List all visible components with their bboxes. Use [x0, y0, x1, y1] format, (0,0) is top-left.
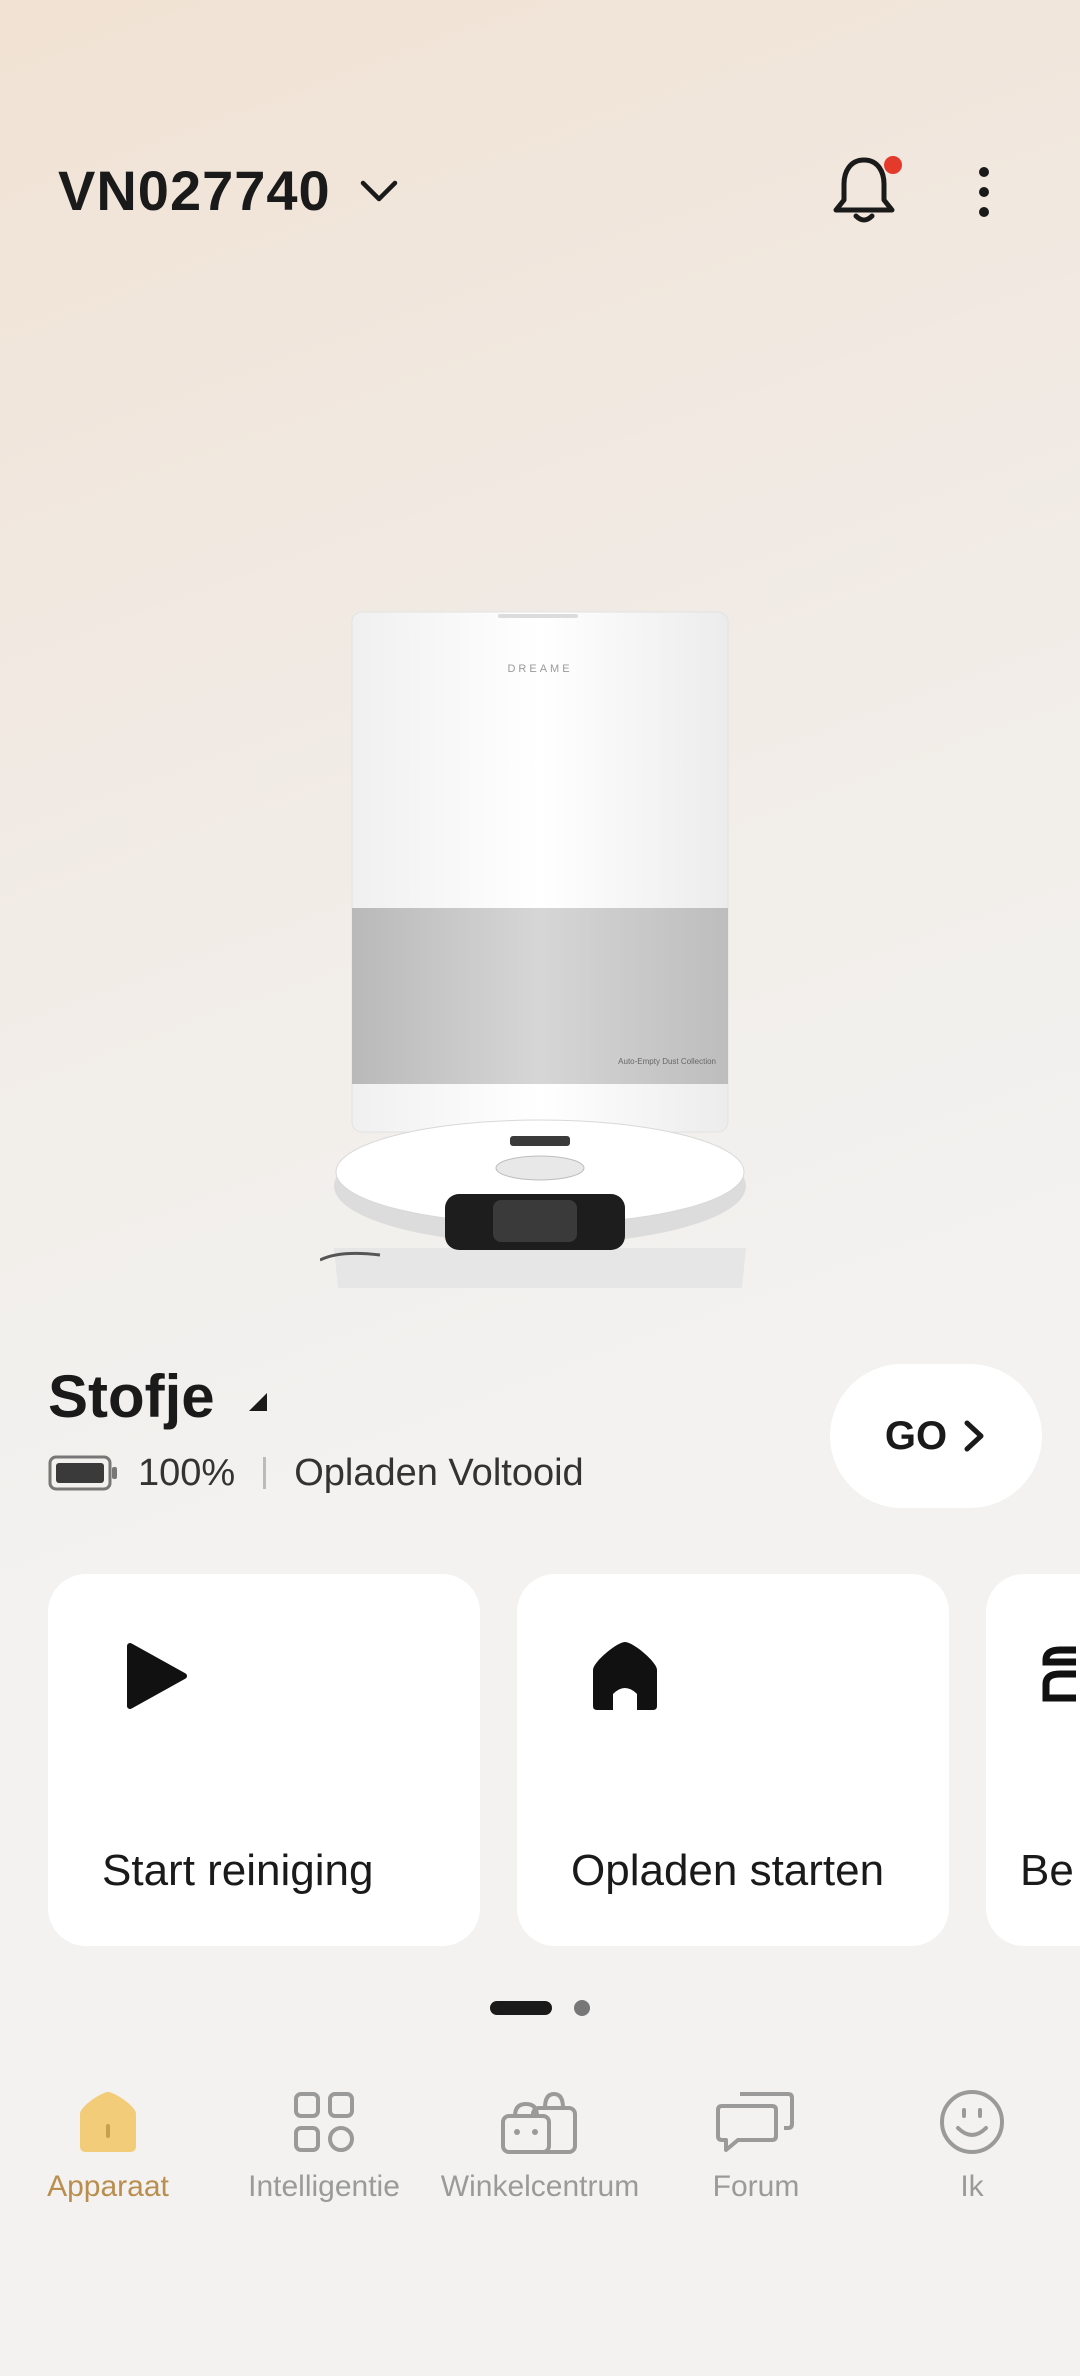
notification-badge: [884, 156, 902, 174]
chat-bubbles-icon: [716, 2092, 794, 2152]
bottom-navigation: Apparaat Intelligentie Winkelcentrum For…: [0, 2080, 1080, 2230]
more-options-button[interactable]: [960, 152, 1008, 232]
quick-actions-carousel[interactable]: Start reiniging Opladen starten Be: [48, 1574, 1080, 1946]
panel-label: Auto-Empty Dust Collection: [618, 1057, 716, 1066]
device-selector[interactable]: VN027740: [58, 158, 401, 223]
divider: [263, 1457, 267, 1489]
brand-label: DREAME: [507, 663, 572, 675]
robot-dock-image[interactable]: DREAME Auto-Empty Dust Collection: [320, 600, 760, 1300]
battery-icon: [48, 1455, 117, 1491]
go-button[interactable]: GO: [830, 1364, 1042, 1508]
status-row: 100% Opladen Voltooid: [48, 1448, 584, 1498]
caret-icon: [248, 1392, 267, 1411]
play-icon: [127, 1643, 187, 1709]
third-action-card[interactable]: Be: [986, 1574, 1080, 1946]
nav-apparaat-label: Apparaat: [47, 2170, 169, 2203]
nav-intelligentie-label: Intelligentie: [248, 2170, 400, 2203]
notifications-button[interactable]: [830, 150, 902, 230]
chevron-down-icon: [360, 180, 397, 201]
device-home-icon: [80, 2092, 136, 2152]
pager-dot[interactable]: [574, 2000, 590, 2016]
robot-name-selector[interactable]: Stofje: [48, 1362, 267, 1431]
home-charge-icon: [593, 1642, 657, 1710]
nav-intelligentie[interactable]: Intelligentie: [216, 2080, 432, 2230]
nav-forum-label: Forum: [712, 2170, 800, 2203]
pager-active-indicator: [490, 2001, 552, 2015]
nav-winkelcentrum-label: Winkelcentrum: [440, 2170, 640, 2203]
home-screen: VN027740 DREAME Auto-Empty Dust Collecti…: [0, 0, 1080, 2376]
nav-forum[interactable]: Forum: [648, 2080, 864, 2230]
start-cleaning-card[interactable]: Start reiniging: [48, 1574, 480, 1946]
top-bar: VN027740: [0, 130, 1080, 260]
smiley-icon: [940, 2090, 1004, 2154]
start-cleaning-label: Start reiniging: [102, 1846, 374, 1895]
robot-name: Stofje: [48, 1363, 215, 1430]
start-charging-card[interactable]: Opladen starten: [517, 1574, 949, 1946]
grid-icon: [294, 2092, 354, 2152]
start-charging-label: Opladen starten: [571, 1846, 885, 1895]
battery-percent: 100%: [138, 1451, 236, 1494]
nav-winkelcentrum[interactable]: Winkelcentrum: [432, 2080, 648, 2230]
nav-apparaat[interactable]: Apparaat: [0, 2080, 216, 2230]
mop-icon: [1042, 1646, 1076, 1702]
shopping-bag-icon: [501, 2091, 577, 2154]
device-name: VN027740: [58, 159, 331, 222]
charging-status: Opladen Voltooid: [294, 1451, 584, 1494]
chevron-right-icon: [964, 1420, 984, 1452]
more-vertical-icon: [979, 167, 989, 217]
nav-ik[interactable]: Ik: [864, 2080, 1080, 2230]
go-label: GO: [884, 1413, 948, 1458]
third-action-label: Be: [1020, 1846, 1074, 1895]
carousel-pager: [490, 2000, 590, 2016]
nav-ik-label: Ik: [960, 2170, 984, 2203]
